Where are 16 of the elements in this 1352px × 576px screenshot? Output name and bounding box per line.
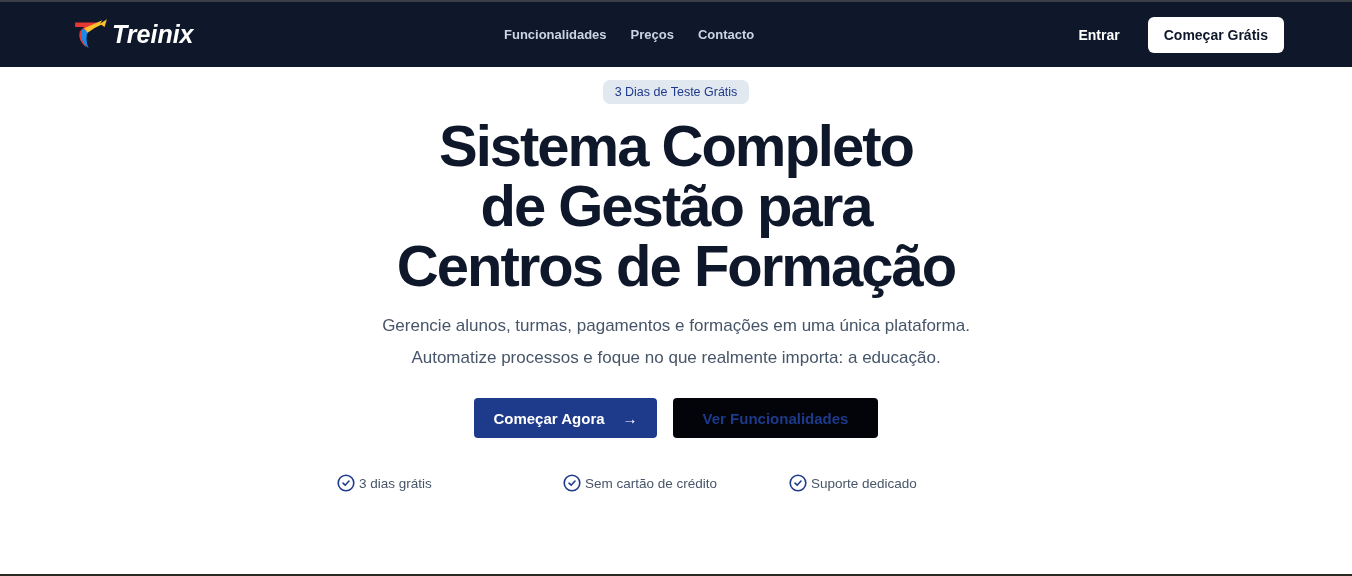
login-link[interactable]: Entrar [1078, 26, 1120, 43]
trial-badge: 3 Dias de Teste Grátis [602, 80, 750, 104]
feature-label: Suporte dedicado [811, 475, 917, 491]
hero-title: Sistema Completo de Gestão para Centros de Formação [396, 116, 956, 296]
feature-label: Sem cartão de crédito [585, 475, 718, 491]
check-circle-icon [789, 474, 807, 492]
nav-link[interactable]: Funcionalidades [504, 27, 607, 42]
nav-link[interactable]: Preços [630, 27, 674, 42]
nav-link[interactable]: Contacto [697, 27, 755, 42]
check-circle-icon [563, 474, 581, 492]
hero-subtitle: Gerencie alunos, turmas, pagamentos e formações em uma única plataforma. Automatize processos e foque no que realmente importa: a educação. [381, 315, 971, 369]
feature-label: 3 dias grátis [359, 475, 432, 491]
start-free-button[interactable]: Começar Grátis [1147, 16, 1284, 53]
brand-name[interactable]: Treinix [112, 20, 194, 49]
start-now-button[interactable]: Começar Agora → [474, 398, 657, 438]
check-circle-icon [337, 474, 355, 492]
